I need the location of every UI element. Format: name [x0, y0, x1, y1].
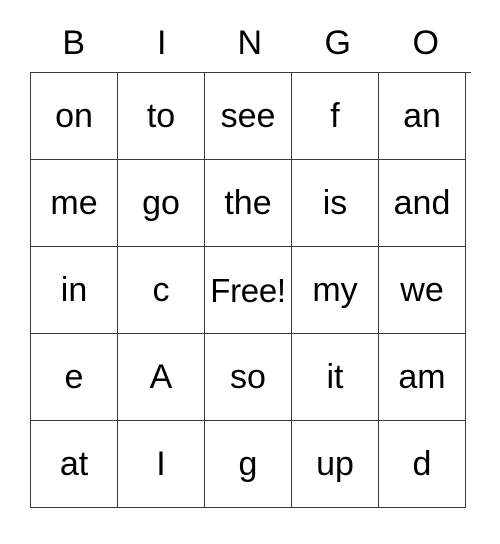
bingo-cell-label: we — [400, 271, 444, 309]
bingo-cell[interactable]: to — [118, 73, 205, 160]
bingo-header-i: I — [157, 24, 167, 62]
bingo-cell-label: e — [64, 358, 84, 396]
bingo-cell-label: Free! — [210, 271, 286, 309]
bingo-row: e A so it am — [31, 334, 471, 421]
bingo-header-b: B — [62, 24, 86, 62]
bingo-cell-label: am — [398, 358, 446, 396]
bingo-cell[interactable]: it — [292, 334, 379, 421]
bingo-cell[interactable]: an — [379, 73, 466, 160]
bingo-cell[interactable]: is — [292, 160, 379, 247]
bingo-cell[interactable]: we — [379, 247, 466, 334]
bingo-header-o: O — [412, 24, 440, 62]
bingo-cell-label: see — [220, 97, 276, 135]
bingo-cell-label: f — [330, 97, 340, 135]
bingo-cell[interactable]: g — [205, 421, 292, 508]
bingo-cell[interactable]: A — [118, 334, 205, 421]
bingo-cell-label: is — [322, 184, 348, 222]
bingo-cell[interactable]: on — [31, 73, 118, 160]
bingo-cell[interactable]: at — [31, 421, 118, 508]
bingo-cell-label: A — [149, 358, 173, 396]
bingo-header-n: N — [237, 24, 263, 62]
bingo-row: on to see f an — [31, 73, 471, 160]
bingo-cell-free-space[interactable]: Free! — [205, 247, 292, 334]
bingo-cell[interactable]: and — [379, 160, 466, 247]
bingo-row: at I g up d — [31, 421, 471, 508]
bingo-cell-label: up — [316, 445, 354, 483]
bingo-cell[interactable]: up — [292, 421, 379, 508]
bingo-cell[interactable]: f — [292, 73, 379, 160]
bingo-cell[interactable]: e — [31, 334, 118, 421]
bingo-header-g: G — [324, 24, 352, 62]
bingo-cell[interactable]: go — [118, 160, 205, 247]
bingo-cell-label: the — [224, 184, 272, 222]
bingo-cell-label: my — [312, 271, 358, 309]
bingo-cell-label: d — [412, 445, 432, 483]
bingo-grid: on to see f an me go the is and in c Fre… — [30, 72, 471, 508]
bingo-cell[interactable]: the — [205, 160, 292, 247]
bingo-row: me go the is and — [31, 160, 471, 247]
bingo-cell[interactable]: so — [205, 334, 292, 421]
bingo-cell-label: so — [230, 358, 266, 396]
bingo-cell-label: I — [156, 445, 166, 483]
bingo-cell-label: on — [55, 97, 93, 135]
bingo-card: B I N G O on to see f an me go the is an… — [30, 14, 471, 508]
bingo-cell-label: go — [142, 184, 180, 222]
bingo-cell[interactable]: my — [292, 247, 379, 334]
bingo-cell-label: to — [146, 97, 176, 135]
bingo-cell[interactable]: see — [205, 73, 292, 160]
bingo-cell[interactable]: I — [118, 421, 205, 508]
bingo-cell-label: it — [326, 358, 344, 396]
bingo-cell[interactable]: me — [31, 160, 118, 247]
bingo-cell-label: an — [403, 97, 441, 135]
bingo-cell-label: at — [59, 445, 89, 483]
bingo-header-row: B I N G O — [30, 14, 470, 72]
bingo-cell-label: g — [238, 445, 258, 483]
bingo-cell[interactable]: in — [31, 247, 118, 334]
bingo-row: in c Free! my we — [31, 247, 471, 334]
bingo-cell-label: c — [152, 271, 170, 309]
bingo-cell-label: in — [60, 271, 88, 309]
bingo-cell[interactable]: d — [379, 421, 466, 508]
bingo-cell[interactable]: am — [379, 334, 466, 421]
bingo-cell[interactable]: c — [118, 247, 205, 334]
bingo-cell-label: and — [393, 184, 451, 222]
bingo-cell-label: me — [50, 184, 98, 222]
